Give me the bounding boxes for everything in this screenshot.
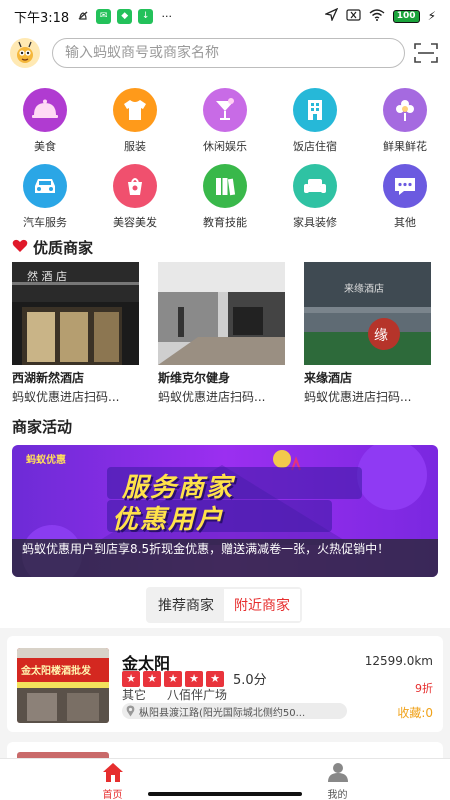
merchant-distance: 12599.0km xyxy=(364,654,433,668)
quality-merchant-card[interactable]: 斯维克尔健身 蚂蚁优惠进店扫码... xyxy=(158,262,285,405)
category-food[interactable]: 美食 xyxy=(0,88,90,154)
status-time: 下午3:18 xyxy=(14,10,70,26)
status-left: 下午3:18 ✉ ◆ ↓ ··· xyxy=(14,7,174,26)
search-box[interactable] xyxy=(52,38,405,68)
home-icon xyxy=(101,761,125,786)
books-icon xyxy=(203,164,247,208)
category-label: 美食 xyxy=(34,140,56,153)
cloche-icon xyxy=(23,88,67,132)
merchant-category: 其它 xyxy=(122,688,147,702)
flower-icon xyxy=(383,88,427,132)
tab-recommended[interactable]: 推荐商家 xyxy=(148,589,224,621)
merchant-photo xyxy=(158,262,285,365)
category-label: 教育技能 xyxy=(203,216,247,229)
star-icon: ★ xyxy=(164,670,182,687)
rating-value: 5.0分 xyxy=(233,673,267,688)
nav-label: 我的 xyxy=(327,790,348,800)
more-notifications-icon: ··· xyxy=(161,9,172,23)
activity-section-header: 商家活动 xyxy=(12,416,72,437)
user-icon xyxy=(326,761,350,786)
merchant-discount: 9折 xyxy=(415,682,433,695)
merchant-address: 枞阳县渡江路(阳光国际城北侧约50... xyxy=(122,703,347,719)
more-icon xyxy=(383,164,427,208)
svg-text:来缘酒店: 来缘酒店 xyxy=(344,282,384,295)
wechat-icon: ✉ xyxy=(96,8,112,24)
category-label: 汽车服务 xyxy=(23,216,67,229)
category-label: 美容美发 xyxy=(113,216,157,229)
ant-mascot-icon xyxy=(17,41,33,63)
section-title: 商家活动 xyxy=(12,418,73,436)
category-leisure[interactable]: 休闲娱乐 xyxy=(180,88,270,154)
car-icon xyxy=(23,164,67,208)
category-furniture[interactable]: 家具装修 xyxy=(270,164,360,230)
quality-merchant-card[interactable]: 然 酒 店 西湖新然酒店 蚂蚁优惠进店扫码... xyxy=(12,262,139,405)
category-education[interactable]: 教育技能 xyxy=(180,164,270,230)
merchant-desc: 蚂蚁优惠进店扫码... xyxy=(12,390,120,404)
cosmetics-icon xyxy=(113,164,157,208)
shield-icon: ◆ xyxy=(117,8,133,24)
status-bar: 下午3:18 ✉ ◆ ↓ ··· 100 ⚡ xyxy=(0,0,450,32)
sim-icon xyxy=(346,8,361,24)
do-not-disturb-icon xyxy=(75,9,90,24)
star-icon: ★ xyxy=(206,670,224,687)
category-other[interactable]: 其他 xyxy=(360,164,450,230)
banner-caption: 蚂蚁优惠用户到店享8.5折现金优惠，赠送满减卷一张，火热促销中！ xyxy=(12,539,438,577)
category-fruit-flowers[interactable]: 鲜果鲜花 xyxy=(360,88,450,154)
merchant-card[interactable]: 金太阳楼酒批发 金太阳 12599.0km ★ ★ ★ ★ ★ 5.0分 其它 … xyxy=(7,636,443,732)
scan-icon[interactable] xyxy=(414,42,438,64)
star-icon: ★ xyxy=(185,670,203,687)
category-label: 鲜果鲜花 xyxy=(383,140,427,153)
category-label: 饭店住宿 xyxy=(293,140,337,153)
merchant-photo: 缘 来缘酒店 xyxy=(304,262,431,365)
search-row xyxy=(0,36,450,72)
quality-merchant-card[interactable]: 缘 来缘酒店 来缘酒店 蚂蚁优惠进店扫码... xyxy=(304,262,431,405)
download-icon: ↓ xyxy=(138,8,154,24)
merchant-photo: 然 酒 店 xyxy=(12,262,139,365)
category-label: 家具装修 xyxy=(293,216,337,229)
merchant-desc: 蚂蚁优惠进店扫码... xyxy=(304,390,412,404)
status-right: 100 ⚡ xyxy=(323,7,436,24)
category-beauty[interactable]: 美容美发 xyxy=(90,164,180,230)
location-pin-icon xyxy=(126,705,135,717)
nav-label: 首页 xyxy=(102,790,123,800)
wifi-icon xyxy=(369,8,385,24)
building-icon xyxy=(293,88,337,132)
section-title: 优质商家 xyxy=(33,239,94,257)
category-hotel[interactable]: 饭店住宿 xyxy=(270,88,360,154)
avatar[interactable] xyxy=(10,38,40,68)
star-icon: ★ xyxy=(122,670,140,687)
promo-banner[interactable]: 蚂蚁优惠 服务商家 优惠用户 蚂蚁优惠用户到店享8.5折现金优惠，赠送满减卷一张… xyxy=(12,445,438,577)
merchant-name: 来缘酒店 xyxy=(304,371,353,385)
merchant-favorites[interactable]: 收藏:0 xyxy=(397,704,433,721)
category-label: 服装 xyxy=(124,140,146,153)
quality-section-header: 优质商家 xyxy=(12,237,93,258)
photo-sign-text: 金太阳楼酒批发 xyxy=(21,666,91,677)
tab-nearby[interactable]: 附近商家 xyxy=(224,589,300,621)
battery-indicator: 100 xyxy=(392,9,420,23)
merchant-photo: 金太阳楼酒批发 xyxy=(17,648,109,723)
category-label: 其他 xyxy=(394,216,416,229)
svg-text:然 酒 店: 然 酒 店 xyxy=(27,269,67,283)
charging-icon: ⚡ xyxy=(427,9,436,23)
cocktail-icon xyxy=(203,88,247,132)
tshirt-icon xyxy=(113,88,157,132)
merchant-desc: 蚂蚁优惠进店扫码... xyxy=(158,390,266,404)
address-text: 枞阳县渡江路(阳光国际城北侧约50... xyxy=(139,707,306,719)
location-icon xyxy=(323,7,339,24)
svg-text:缘: 缘 xyxy=(374,328,388,344)
category-clothing[interactable]: 服装 xyxy=(90,88,180,154)
merchant-name: 西湖新然酒店 xyxy=(12,371,85,385)
sofa-icon xyxy=(293,164,337,208)
merchant-tabs: 推荐商家 附近商家 xyxy=(146,587,302,623)
banner-logo: 蚂蚁优惠 xyxy=(26,455,66,466)
category-label: 休闲娱乐 xyxy=(203,140,247,153)
star-icon: ★ xyxy=(143,670,161,687)
home-indicator xyxy=(148,792,302,796)
search-input[interactable] xyxy=(65,45,385,61)
merchant-area: 八佰伴广场 xyxy=(167,688,228,702)
merchant-name: 斯维克尔健身 xyxy=(158,371,231,385)
heart-icon xyxy=(12,239,28,257)
banner-headline-2: 优惠用户 xyxy=(112,505,225,535)
category-auto[interactable]: 汽车服务 xyxy=(0,164,90,230)
